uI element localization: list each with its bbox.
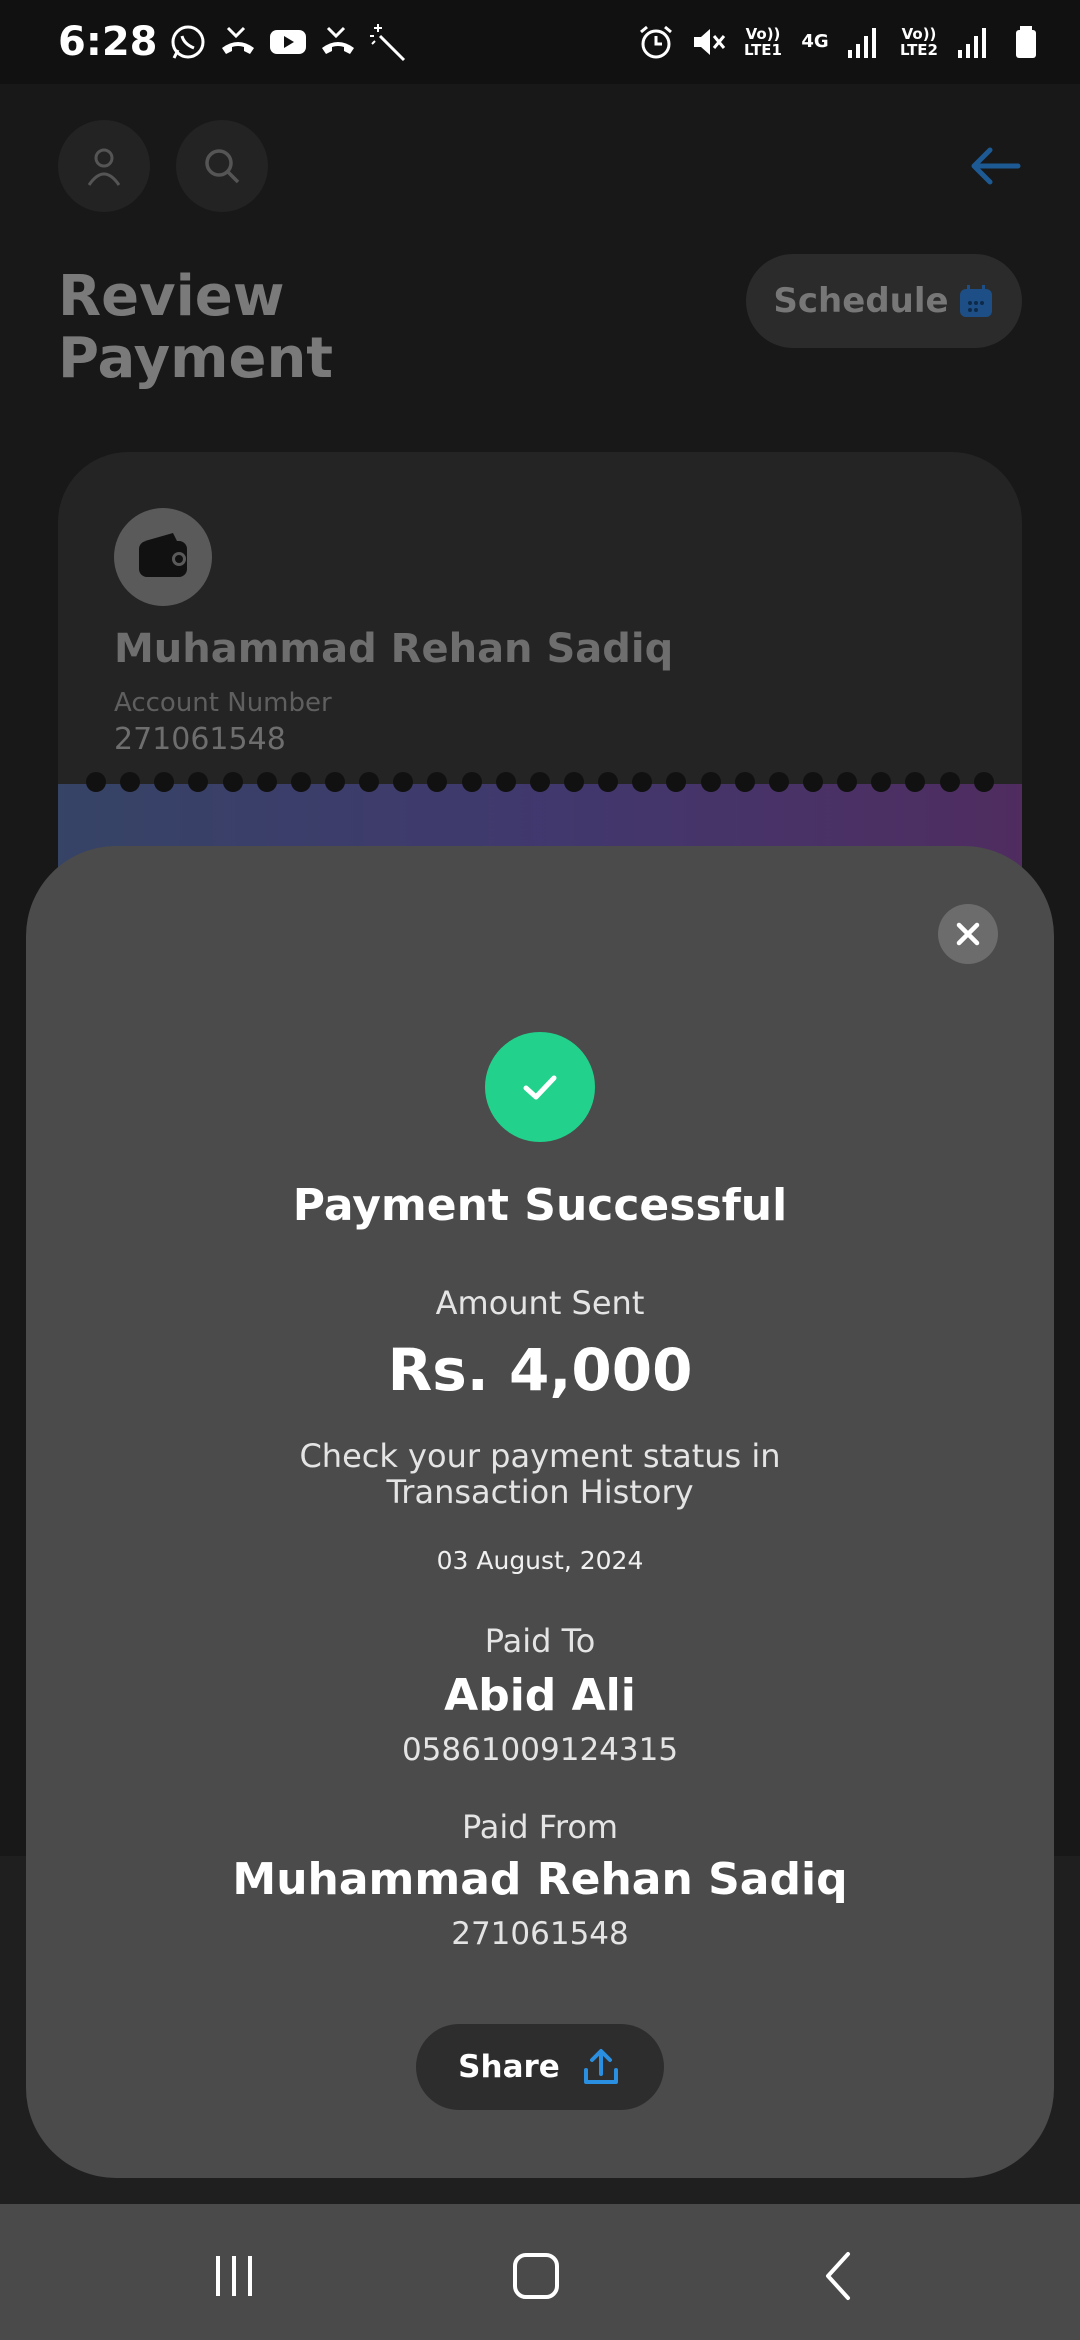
success-badge bbox=[485, 1032, 595, 1142]
recent-apps-icon bbox=[216, 2256, 252, 2296]
missed-call-icon bbox=[318, 22, 358, 62]
search-icon bbox=[205, 149, 240, 184]
status-message-line2: Transaction History bbox=[386, 1473, 694, 1511]
search-button[interactable] bbox=[176, 120, 268, 212]
volte-lte1-icon: Vo)) LTE1 bbox=[744, 25, 782, 59]
schedule-button[interactable]: Schedule bbox=[746, 254, 1022, 348]
paid-to-label: Paid To bbox=[484, 1622, 596, 1660]
profile-button[interactable] bbox=[58, 120, 150, 212]
amount-value: Rs. 4,000 bbox=[387, 1336, 693, 1404]
back-nav-button[interactable] bbox=[810, 2246, 870, 2306]
perforation-divider bbox=[86, 772, 994, 796]
page-title-line1: Review bbox=[58, 264, 285, 329]
transaction-date: 03 August, 2024 bbox=[436, 1546, 644, 1575]
recent-apps-button[interactable] bbox=[204, 2246, 264, 2306]
page-title-line2: Payment bbox=[58, 326, 334, 391]
success-title: Payment Successful bbox=[292, 1180, 788, 1231]
page-title: Review Payment bbox=[58, 266, 418, 390]
status-message-line1: Check your payment status in bbox=[299, 1437, 781, 1475]
alarm-icon bbox=[636, 22, 676, 62]
status-left-icons bbox=[168, 22, 408, 62]
close-icon bbox=[956, 922, 980, 946]
status-time: 6:28 bbox=[58, 19, 158, 65]
share-upload-icon bbox=[583, 2049, 618, 2084]
magic-wand-icon bbox=[368, 22, 408, 62]
missed-call-icon bbox=[218, 22, 258, 62]
volte-lte2-icon: Vo)) LTE2 bbox=[900, 25, 938, 59]
status-message: Check your payment status in Transaction… bbox=[26, 1438, 1054, 1510]
home-icon bbox=[513, 2253, 559, 2299]
payment-success-modal: Payment Successful Amount Sent Rs. 4,000… bbox=[26, 846, 1054, 2178]
youtube-icon bbox=[268, 22, 308, 62]
account-number: 271061548 bbox=[114, 722, 286, 757]
wallet-avatar bbox=[114, 508, 212, 606]
close-button[interactable] bbox=[938, 904, 998, 964]
sender-name-modal: Muhammad Rehan Sadiq bbox=[232, 1854, 848, 1905]
sender-account-modal: 271061548 bbox=[451, 1916, 629, 1952]
profile-icon bbox=[87, 148, 121, 186]
wallet-icon bbox=[139, 533, 187, 577]
amount-label: Amount Sent bbox=[435, 1284, 645, 1322]
home-button[interactable] bbox=[506, 2246, 566, 2306]
share-button[interactable]: Share bbox=[416, 2024, 664, 2110]
status-right-icons: Vo)) LTE1 4G Vo)) LTE2 bbox=[636, 0, 1046, 84]
signal-icon bbox=[954, 22, 994, 62]
signal-icon bbox=[844, 22, 884, 62]
chevron-left-icon bbox=[826, 2252, 850, 2300]
mute-icon bbox=[688, 22, 728, 62]
system-nav-bar bbox=[0, 2204, 1080, 2340]
paid-from-label: Paid From bbox=[461, 1808, 619, 1846]
recipient-name: Abid Ali bbox=[444, 1670, 636, 1721]
calendar-icon bbox=[959, 285, 992, 317]
checkmark-icon bbox=[523, 1075, 557, 1100]
battery-icon bbox=[1006, 22, 1046, 62]
account-number-label: Account Number bbox=[114, 688, 332, 718]
arrow-left-icon bbox=[971, 147, 1021, 185]
recipient-account: 05861009124315 bbox=[401, 1732, 679, 1768]
whatsapp-icon bbox=[168, 22, 208, 62]
schedule-label: Schedule bbox=[773, 281, 949, 321]
sender-name: Muhammad Rehan Sadiq bbox=[114, 626, 674, 672]
share-label: Share bbox=[458, 2049, 560, 2085]
4g-icon: 4G bbox=[801, 31, 829, 52]
back-button[interactable] bbox=[964, 136, 1024, 196]
status-bar: 6:28 Vo)) LTE1 4G Vo)) LTE2 bbox=[0, 0, 1080, 84]
